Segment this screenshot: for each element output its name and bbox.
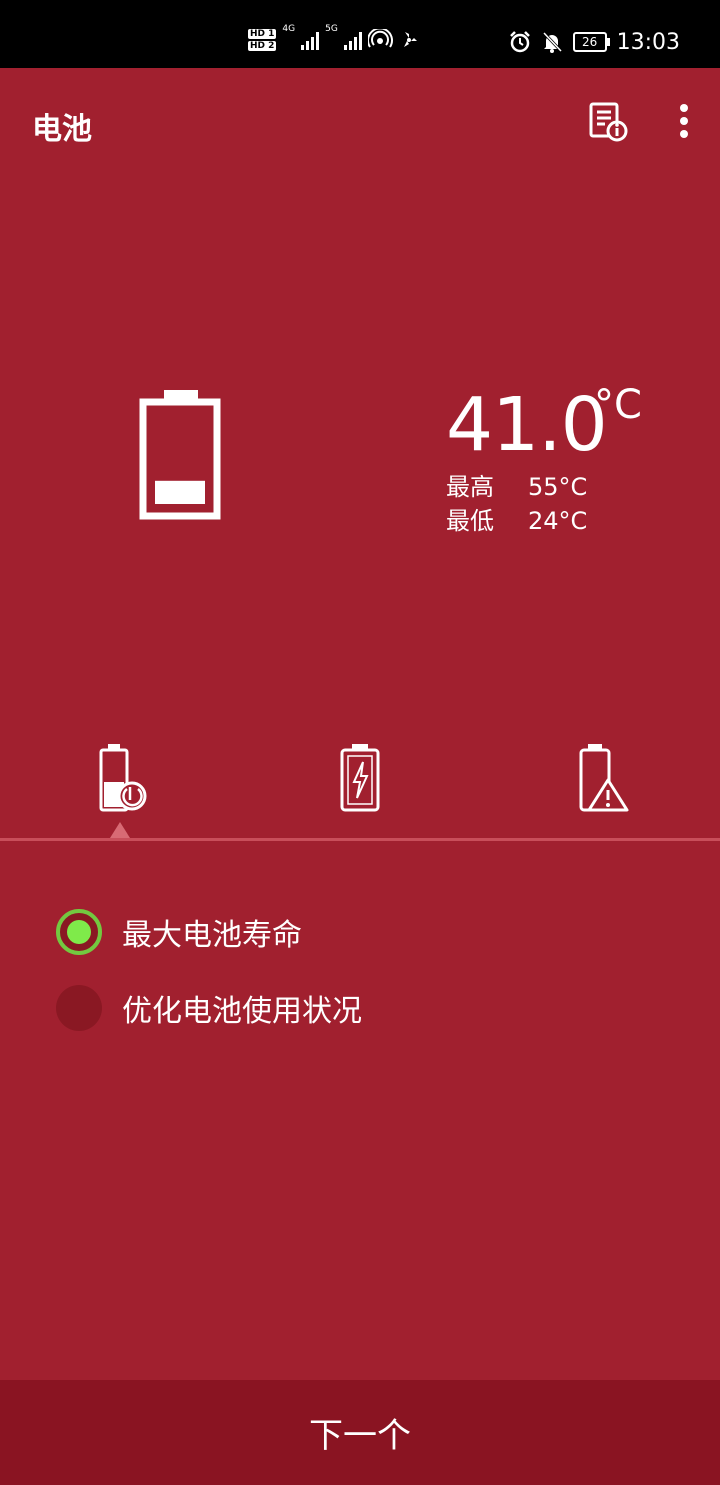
hd-indicator: HD 1 HD 2 [248, 29, 277, 51]
battery-warning-icon [579, 744, 629, 812]
option-max-battery-life[interactable]: 最大电池寿命 [56, 894, 696, 970]
tab-battery-warning[interactable] [572, 742, 632, 814]
battery-info-button[interactable] [586, 100, 630, 144]
signal-icon-2 [343, 30, 362, 50]
battery-fill [155, 480, 205, 504]
tab-divider [0, 838, 720, 841]
min-temperature-value: 24°C [528, 507, 588, 535]
max-temperature-label: 最高 [446, 473, 494, 501]
temperature-panel: 41.0 °C 最高 55°C 最低 24°C [446, 380, 686, 538]
status-bar: HD 1 HD 2 4G 5G 26 13:03 [0, 0, 720, 68]
battery-life-icon [99, 744, 147, 812]
max-temperature-value: 55°C [528, 473, 588, 501]
alarm-icon [509, 31, 530, 53]
more-vertical-icon [680, 104, 688, 138]
tab-battery-life[interactable] [94, 742, 154, 814]
battery-status-icon: 26 [572, 32, 610, 52]
hd2-badge: HD 2 [248, 41, 277, 51]
mute-bell-icon [542, 31, 562, 53]
radio-unselected[interactable] [56, 985, 102, 1031]
status-time: 13:03 [616, 29, 680, 55]
radio-selected[interactable] [56, 909, 102, 955]
hd1-badge: HD 1 [248, 29, 277, 39]
battery-level: 26 [581, 35, 598, 49]
min-temperature-row: 最低 24°C [446, 504, 686, 538]
battery-icon [139, 390, 221, 520]
option-optimize-battery-usage[interactable]: 优化电池使用状况 [56, 970, 696, 1046]
battery-charging-icon [340, 744, 380, 812]
option-label: 优化电池使用状况 [122, 994, 362, 1029]
option-label: 最大电池寿命 [122, 918, 302, 953]
next-button[interactable]: 下一个 [0, 1380, 720, 1485]
hotspot-icon [367, 29, 393, 48]
selected-tab-indicator [110, 822, 130, 838]
app-bar: 电池 [0, 68, 720, 178]
page-title: 电池 [32, 112, 92, 147]
network-4g-label: 4G [282, 24, 296, 34]
more-options-button[interactable] [666, 100, 702, 144]
signal-icon [301, 30, 320, 50]
document-info-icon [589, 102, 628, 142]
fan-icon [403, 32, 417, 47]
battery-mode-options: 最大电池寿命 优化电池使用状况 [56, 894, 696, 1046]
max-temperature-row: 最高 55°C [446, 470, 686, 504]
battery-level-graphic [138, 388, 222, 520]
status-right-icons: 26 13:03 [509, 24, 680, 60]
mode-tabs [0, 730, 720, 842]
network-5g-label: 5G [325, 24, 338, 34]
status-left-icons: HD 1 HD 2 4G 5G [248, 24, 418, 56]
min-temperature-label: 最低 [446, 507, 494, 535]
tab-charging[interactable] [330, 742, 390, 814]
current-temperature: 41.0 [446, 382, 608, 468]
temperature-unit: °C [594, 382, 642, 428]
